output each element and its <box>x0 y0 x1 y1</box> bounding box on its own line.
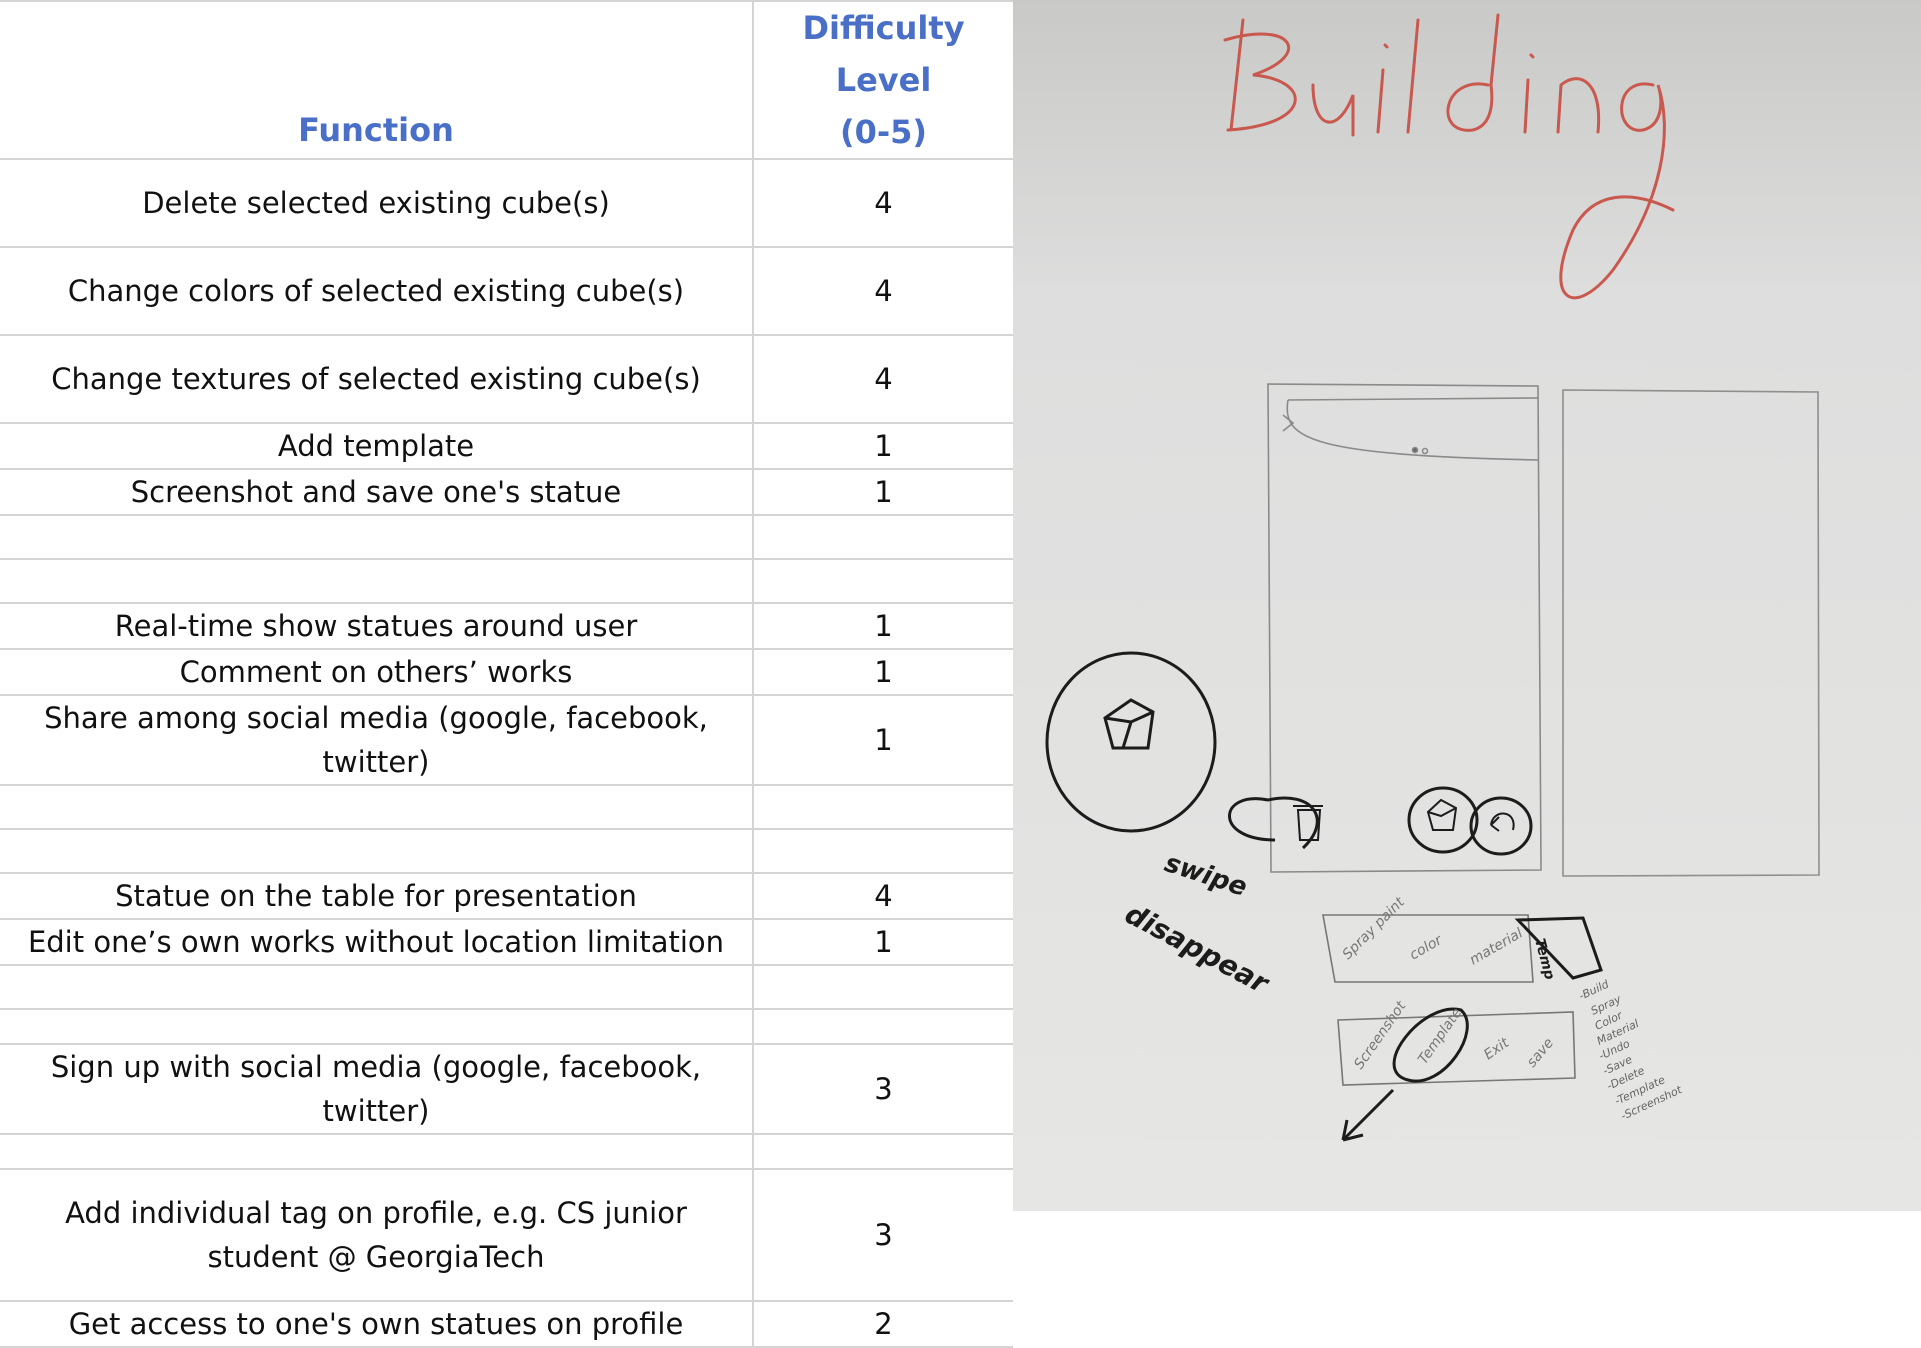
table-row: Real-time show statues around user 1 <box>0 602 1013 650</box>
difficulty-cell: 3 <box>752 1168 1013 1302</box>
difficulty-cell: 1 <box>752 422 1013 470</box>
function-table: Function Difficulty Level (0-5) Delete s… <box>0 0 1013 1348</box>
table-row: Share among social media (google, facebo… <box>0 694 1013 786</box>
function-cell: Change textures of selected existing cub… <box>0 334 754 424</box>
difficulty-cell <box>752 514 1013 560</box>
function-cell <box>0 558 754 604</box>
table-row <box>0 784 1013 830</box>
function-cell: Get access to one's own statues on profi… <box>0 1300 754 1348</box>
difficulty-cell <box>752 558 1013 604</box>
function-header: Function <box>0 0 754 160</box>
table-row: Screenshot and save one's statue 1 <box>0 468 1013 516</box>
function-cell: Edit one’s own works without location li… <box>0 918 754 966</box>
difficulty-cell: 1 <box>752 602 1013 650</box>
function-cell: Comment on others’ works <box>0 648 754 696</box>
table-row: Delete selected existing cube(s) 4 <box>0 158 1013 248</box>
function-cell: Share among social media (google, facebo… <box>0 694 754 786</box>
difficulty-cell: 3 <box>752 1043 1013 1135</box>
table-row: Edit one’s own works without location li… <box>0 918 1013 966</box>
table-row: Statue on the table for presentation 4 <box>0 872 1013 920</box>
function-cell <box>0 828 754 874</box>
table-row: Sign up with social media (google, faceb… <box>0 1043 1013 1135</box>
difficulty-header-line1: Difficulty Level <box>802 9 965 99</box>
table-row: Add template 1 <box>0 422 1013 470</box>
table-row <box>0 558 1013 604</box>
table-row <box>0 514 1013 560</box>
table-row <box>0 828 1013 874</box>
table-row <box>0 1133 1013 1170</box>
function-cell: Real-time show statues around user <box>0 602 754 650</box>
difficulty-cell: 1 <box>752 918 1013 966</box>
table-row: Get access to one's own statues on profi… <box>0 1300 1013 1348</box>
function-cell: Screenshot and save one's statue <box>0 468 754 516</box>
difficulty-cell <box>752 1133 1013 1170</box>
difficulty-cell <box>752 1008 1013 1045</box>
function-cell: Add individual tag on profile, e.g. CS j… <box>0 1168 754 1302</box>
function-cell <box>0 964 754 1010</box>
sketch-photo: swipe disappear Spray paint color materi… <box>1013 0 1921 1211</box>
difficulty-cell: 1 <box>752 468 1013 516</box>
function-cell: Change colors of selected existing cube(… <box>0 246 754 336</box>
header-row: Function Difficulty Level (0-5) <box>0 0 1013 160</box>
table-row <box>0 1008 1013 1045</box>
table-row: Add individual tag on profile, e.g. CS j… <box>0 1168 1013 1302</box>
difficulty-cell: 4 <box>752 334 1013 424</box>
difficulty-cell <box>752 964 1013 1010</box>
difficulty-cell: 4 <box>752 158 1013 248</box>
function-cell <box>0 514 754 560</box>
difficulty-header: Difficulty Level (0-5) <box>752 0 1013 160</box>
table-body: Delete selected existing cube(s) 4 Change … <box>0 158 1013 1348</box>
function-cell <box>0 1133 754 1170</box>
function-cell: Sign up with social media (google, faceb… <box>0 1043 754 1135</box>
function-cell: Add template <box>0 422 754 470</box>
difficulty-cell: 4 <box>752 246 1013 336</box>
difficulty-cell: 2 <box>752 1300 1013 1348</box>
function-cell <box>0 784 754 830</box>
table-row <box>0 964 1013 1010</box>
function-cell: Delete selected existing cube(s) <box>0 158 754 248</box>
table-row: Change textures of selected existing cub… <box>0 334 1013 424</box>
difficulty-cell <box>752 828 1013 874</box>
function-cell <box>0 1008 754 1045</box>
table-row: Comment on others’ works 1 <box>0 648 1013 696</box>
difficulty-cell: 1 <box>752 694 1013 786</box>
function-cell: Statue on the table for presentation <box>0 872 754 920</box>
table-row: Change colors of selected existing cube(… <box>0 246 1013 336</box>
spreadsheet-panel: Function Difficulty Level (0-5) Delete s… <box>0 0 1013 1348</box>
difficulty-header-line2: (0-5) <box>839 113 928 151</box>
difficulty-cell <box>752 784 1013 830</box>
whiteboard-sketch: swipe disappear Spray paint color materi… <box>1013 0 1921 1211</box>
difficulty-cell: 1 <box>752 648 1013 696</box>
difficulty-cell: 4 <box>752 872 1013 920</box>
